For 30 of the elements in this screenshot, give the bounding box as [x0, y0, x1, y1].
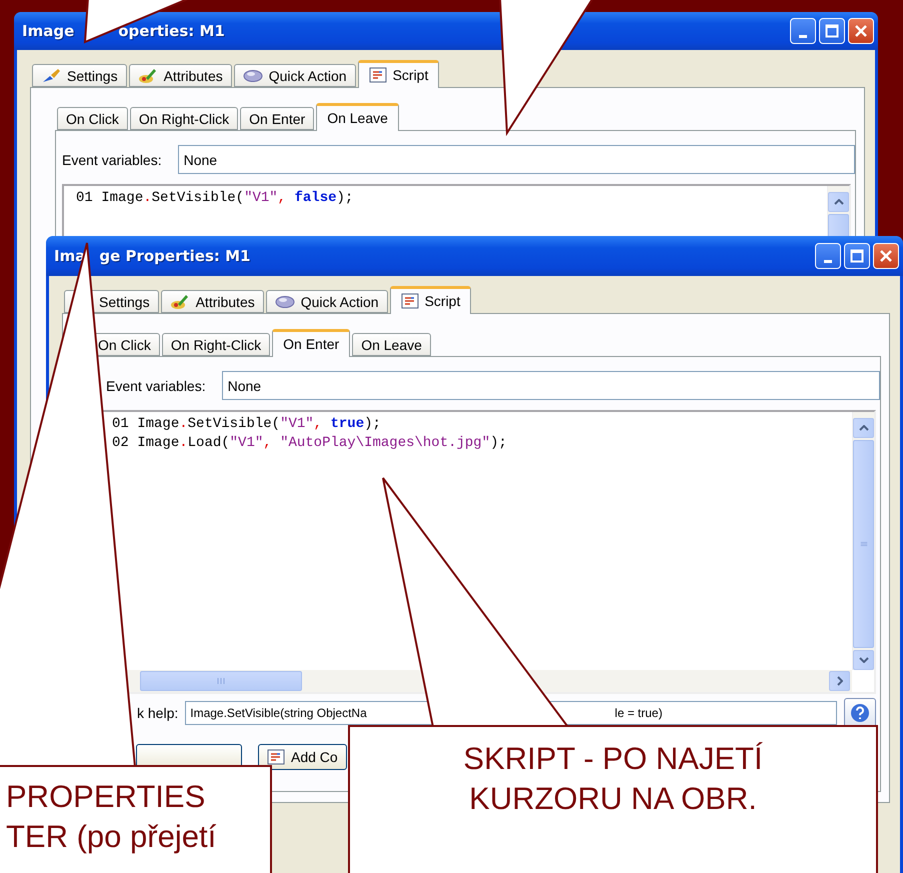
tab[interactable]: Settings — [32, 64, 127, 87]
tab[interactable]: Quick Action — [234, 64, 356, 87]
callout-text: PROPERTIES — [6, 778, 206, 816]
callout-text: TER (po přejetí — [6, 818, 216, 856]
event-tab[interactable]: On Click — [57, 107, 128, 130]
field-label: Event variables: — [62, 152, 162, 168]
code-line: 01 Image.SetVisible("V1", false); — [76, 189, 354, 208]
event-tab[interactable]: On Right-Click — [130, 107, 238, 130]
event-tab[interactable]: On Leave — [316, 103, 399, 131]
tab[interactable]: Attributes — [128, 64, 232, 87]
tab[interactable]: Script — [358, 60, 440, 88]
event-tab[interactable]: On Leave — [352, 333, 431, 356]
event-variables-field[interactable]: None — [222, 371, 880, 400]
tab[interactable]: Attributes — [160, 290, 264, 313]
callout-text: SKRIPT - PO NAJETÍ — [463, 740, 763, 778]
event-variables-field[interactable]: None — [178, 145, 855, 174]
event-tab[interactable]: On Enter — [272, 329, 350, 357]
field-label: k help: — [137, 705, 178, 721]
window-title: Image — [22, 22, 74, 40]
callout-text: KURZORU NA OBR. — [469, 780, 757, 818]
tab[interactable]: Quick Action — [266, 290, 388, 313]
tab[interactable]: Script — [390, 286, 472, 314]
window-title: ge Properties: M1 — [99, 247, 250, 265]
add-button[interactable]: Add Co — [258, 744, 347, 770]
code-line: 02 Image.Load("V1", "AutoPlay\Images\hot.jpg"); — [112, 434, 508, 453]
field-label: Event variables: — [106, 378, 206, 394]
event-tab[interactable]: On Enter — [240, 107, 314, 130]
window-title: operties: M1 — [118, 22, 225, 40]
code-line: 01 Image.SetVisible("V1", true); — [112, 415, 382, 434]
event-tab[interactable]: On Right-Click — [162, 333, 270, 356]
